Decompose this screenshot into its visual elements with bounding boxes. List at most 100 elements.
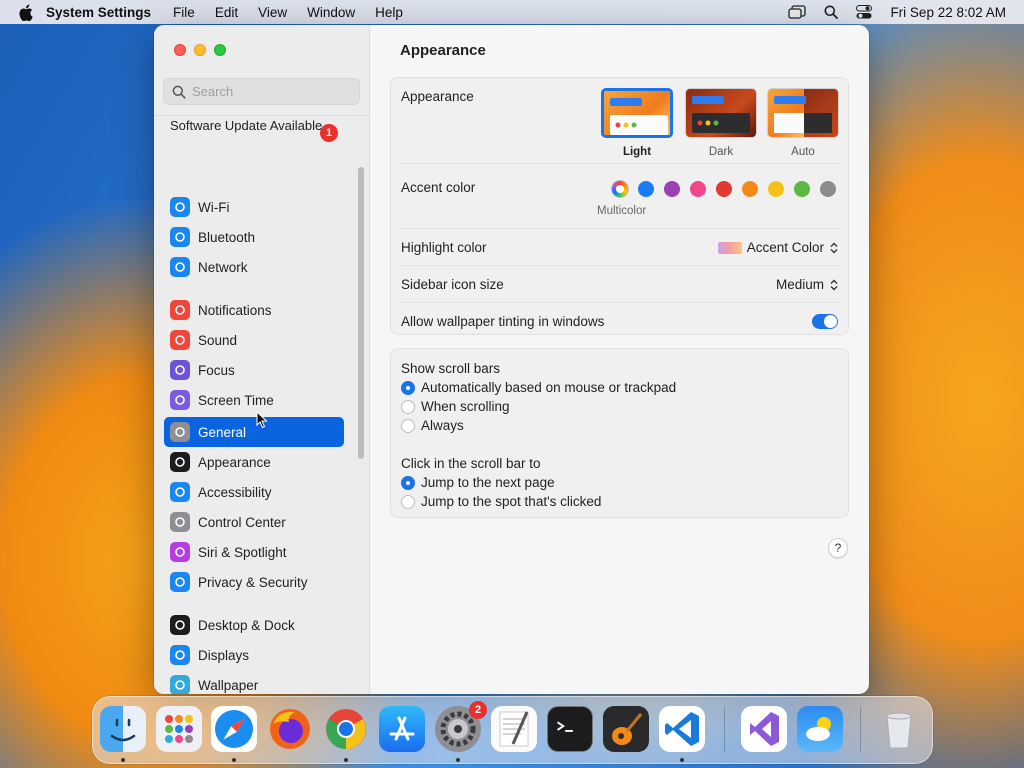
radio-button[interactable] <box>401 399 415 414</box>
show-scroll-bars-option-1[interactable]: Automatically based on mouse or trackpad <box>401 380 676 395</box>
accent-swatch-6[interactable] <box>768 181 784 197</box>
radio-button[interactable] <box>401 494 415 509</box>
radio-button[interactable] <box>401 380 415 395</box>
sidebar-item-privacy-security[interactable]: Privacy & Security <box>164 567 344 597</box>
close-button[interactable] <box>174 44 186 56</box>
accent-swatches <box>612 181 836 197</box>
sidebar-item-label: Wallpaper <box>198 677 259 693</box>
sidebar-item-desktop-dock[interactable]: Desktop & Dock <box>164 610 344 640</box>
sidebar-item-focus[interactable]: Focus <box>164 355 344 385</box>
menu-edit[interactable]: Edit <box>215 5 238 20</box>
sidebar-item-control-center[interactable]: Control Center <box>164 507 344 537</box>
zoom-button[interactable] <box>214 44 226 56</box>
dock-weather[interactable] <box>797 706 843 752</box>
row-divider <box>401 302 840 303</box>
accent-swatch-1[interactable] <box>638 181 654 197</box>
wallpaper-tinting-toggle[interactable] <box>812 314 838 329</box>
stage-manager-icon[interactable] <box>788 5 807 19</box>
theme-dark[interactable]: Dark <box>685 88 757 158</box>
accent-swatch-4[interactable] <box>716 181 732 197</box>
dock-separator <box>860 707 861 753</box>
show-scroll-bars-option-3[interactable]: Always <box>401 418 464 433</box>
menu-view[interactable]: View <box>258 5 287 20</box>
sidebar-item-network[interactable]: Network <box>164 252 344 282</box>
row-divider <box>401 265 840 266</box>
radio-button[interactable] <box>401 418 415 433</box>
app-store-icon <box>389 716 415 741</box>
accent-swatch-5[interactable] <box>742 181 758 197</box>
accent-swatch-8[interactable] <box>820 181 836 197</box>
menu-window[interactable]: Window <box>307 5 355 20</box>
sidebar-item-bluetooth[interactable]: Bluetooth <box>164 222 344 252</box>
sidebar-item-label: Displays <box>198 647 250 663</box>
accent-swatch-7[interactable] <box>794 181 810 197</box>
sidebar-item-label: Siri & Spotlight <box>198 544 287 560</box>
dock-running-dot <box>121 758 125 762</box>
dock-textedit[interactable] <box>491 706 537 752</box>
sidebar-item-wallpaper[interactable]: Wallpaper <box>164 670 344 694</box>
speaker-icon <box>170 330 190 350</box>
dock-safari[interactable] <box>211 706 257 752</box>
menu-clock[interactable]: Fri Sep 22 8:02 AM <box>890 5 1006 20</box>
dock-garageband[interactable] <box>603 706 649 752</box>
sidebar-scrollbar[interactable] <box>358 167 364 459</box>
sidebar-item-label: Bluetooth <box>198 229 256 245</box>
sidebar-item-siri-spotlight[interactable]: Siri & Spotlight <box>164 537 344 567</box>
accent-swatch-multicolor[interactable] <box>612 181 628 197</box>
sidebar-item-general[interactable]: General <box>164 417 344 447</box>
dock-vscode[interactable] <box>659 706 705 752</box>
help-button[interactable]: ? <box>828 538 848 558</box>
menu-file[interactable]: File <box>173 5 195 20</box>
textedit-icon <box>499 711 529 747</box>
dock-trash[interactable] <box>876 706 922 752</box>
content-pane: Appearance Appearance Light Dark Auto Ac… <box>371 25 869 694</box>
dock-app-store[interactable] <box>379 706 425 752</box>
globe-icon <box>170 257 190 277</box>
menu-app-name[interactable]: System Settings <box>46 5 151 20</box>
sun-icon <box>170 645 190 665</box>
sidebar-icon-size-popup[interactable]: Medium <box>776 277 838 292</box>
bell-icon <box>170 300 190 320</box>
sidebar-item-label: Control Center <box>198 514 286 530</box>
dock-chrome[interactable] <box>323 706 369 752</box>
finder-icon <box>110 718 136 742</box>
dock-launchpad[interactable] <box>156 706 202 752</box>
scroll-bars-card: Show scroll bars Automatically based on … <box>390 348 849 518</box>
sidebar-item-notifications[interactable]: Notifications <box>164 295 344 325</box>
weather-icon <box>806 717 831 741</box>
control-center-icon[interactable] <box>856 5 873 19</box>
dock-finder[interactable] <box>100 706 146 752</box>
theme-light[interactable]: Light <box>601 88 673 158</box>
accent-swatch-3[interactable] <box>690 181 706 197</box>
radio-button[interactable] <box>401 475 415 490</box>
sidebar-item-screen-time[interactable]: Screen Time <box>164 385 344 415</box>
safari-icon <box>215 710 253 748</box>
theme-auto[interactable]: Auto <box>767 88 839 158</box>
sidebar-item-accessibility[interactable]: Accessibility <box>164 477 344 507</box>
sidebar-item-wi-fi[interactable]: Wi-Fi <box>164 192 344 222</box>
theme-dark-label: Dark <box>708 146 734 158</box>
highlight-color-popup[interactable]: Accent Color <box>717 240 838 255</box>
sidebar-item-displays[interactable]: Displays <box>164 640 344 670</box>
search-input[interactable] <box>192 84 352 99</box>
search-field[interactable] <box>163 78 360 105</box>
click-scroll-bar-label: Click in the scroll bar to <box>401 456 541 471</box>
menu-help[interactable]: Help <box>375 5 403 20</box>
sidebar-item-sound[interactable]: Sound <box>164 325 344 355</box>
accent-selected-label: Multicolor <box>597 205 647 217</box>
dock-terminal[interactable] <box>547 706 593 752</box>
control-center-icon <box>170 512 190 532</box>
dock-firefox[interactable] <box>267 706 313 752</box>
accent-swatch-2[interactable] <box>664 181 680 197</box>
show-scroll-bars-option-2[interactable]: When scrolling <box>401 399 510 414</box>
theme-auto-label: Auto <box>791 146 815 158</box>
click-scroll-bar-option-1[interactable]: Jump to the next page <box>401 475 555 490</box>
apple-menu-icon[interactable] <box>16 3 34 21</box>
firefox-icon <box>270 709 310 749</box>
sidebar-item-appearance[interactable]: Appearance <box>164 447 344 477</box>
click-scroll-bar-option-2[interactable]: Jump to the spot that's clicked <box>401 494 601 509</box>
menu-bar: System Settings File Edit View Window He… <box>0 0 1024 24</box>
dock-visual-studio[interactable] <box>741 706 787 752</box>
spotlight-search-icon[interactable] <box>824 5 839 19</box>
minimize-button[interactable] <box>194 44 206 56</box>
